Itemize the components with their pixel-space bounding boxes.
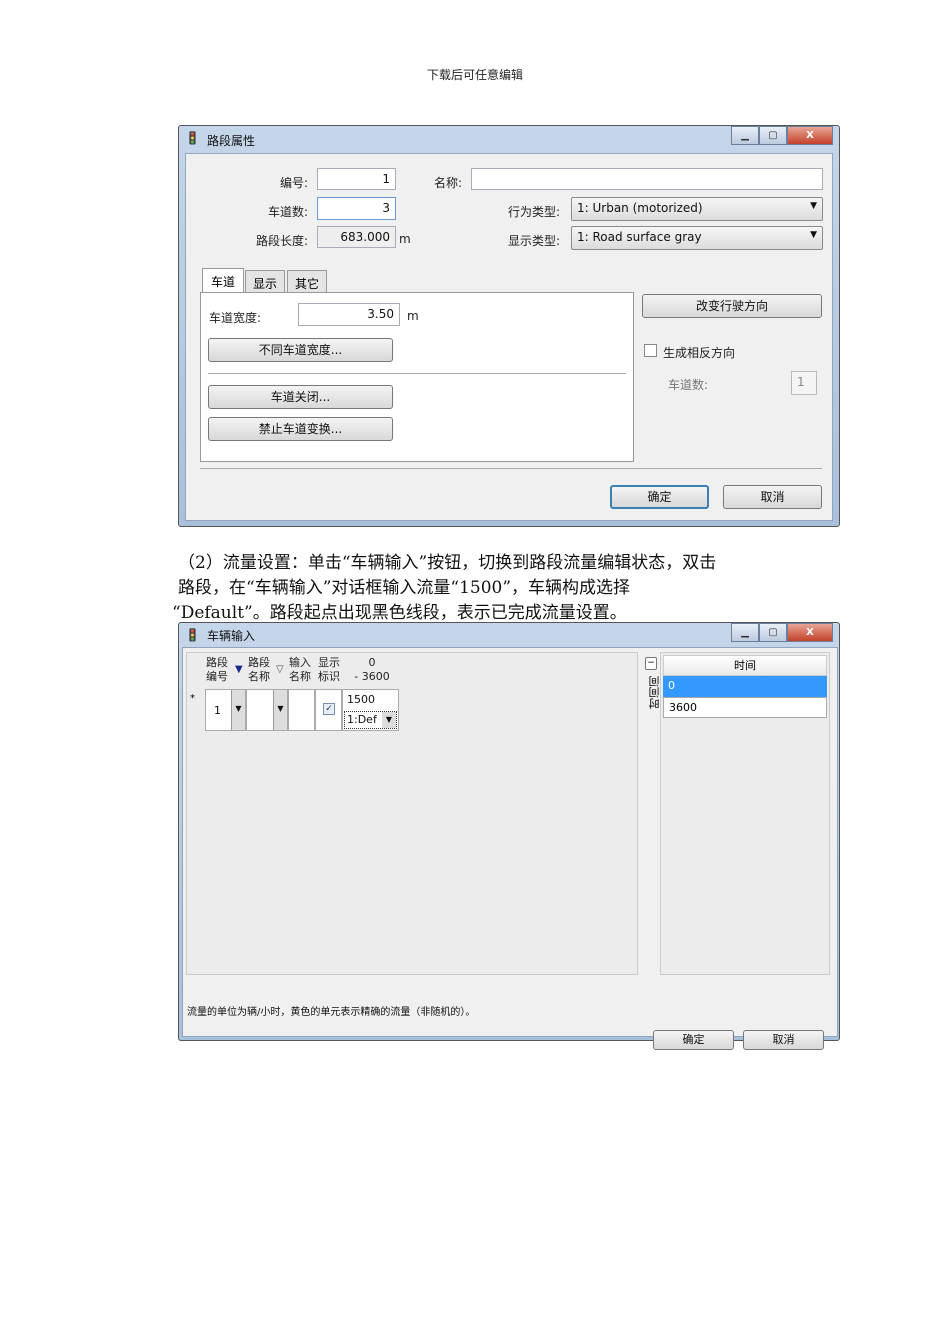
- divider: [208, 373, 626, 374]
- paragraph-line: “Default”。路段起点出现黑色线段，表示已完成流量设置。: [172, 603, 627, 623]
- minimize-button[interactable]: ▁: [731, 623, 759, 642]
- lanes-input[interactable]: 3: [317, 197, 396, 220]
- filter-icon[interactable]: ▽: [276, 664, 284, 675]
- display-type-label: 显示类型:: [508, 234, 561, 248]
- length-label: 路段长度:: [256, 234, 309, 248]
- close-button[interactable]: X: [787, 623, 833, 642]
- time-row-selected[interactable]: 0: [663, 676, 827, 697]
- close-button[interactable]: X: [787, 126, 833, 145]
- lane-width-input[interactable]: 3.50: [298, 303, 400, 326]
- opposite-lanes-label: 车道数:: [668, 378, 709, 392]
- volume-cell[interactable]: 1500 1:Def ▼: [342, 689, 399, 731]
- column-header-show-label[interactable]: 显示 标识: [318, 656, 340, 684]
- show-label-checkbox[interactable]: ✓: [323, 703, 335, 715]
- show-label-cell: ✓: [315, 689, 342, 731]
- chevron-down-icon[interactable]: ▼: [382, 712, 396, 728]
- composition-select[interactable]: 1:Def ▼: [344, 711, 397, 729]
- change-direction-button[interactable]: 改变行驶方向: [642, 294, 822, 318]
- header-text: 路段 编号: [206, 656, 228, 683]
- length-unit: m: [399, 232, 411, 246]
- tab-display[interactable]: 显示: [245, 270, 285, 292]
- time-interval-panel: 时间 0 3600: [660, 652, 830, 975]
- lane-width-label: 车道宽度:: [209, 311, 262, 325]
- link-name-cell[interactable]: ▼: [246, 689, 288, 731]
- dialog-body: 编号: 1 名称: 车道数: 3 路段长度: 683.000 m 行为类型: 1…: [185, 153, 833, 521]
- status-text: 流量的单位为辆/小时，黄色的单元表示精确的流量（非随机的）。: [187, 1007, 476, 1018]
- paragraph-line: （2）流量设置：单击“车辆输入”按钮，切换到路段流量编辑状态，双击: [178, 553, 717, 573]
- column-header-link-name[interactable]: 路段 名称: [248, 656, 270, 684]
- opposite-lanes-input[interactable]: 1: [791, 371, 817, 395]
- link-no-cell[interactable]: 1 ▼: [205, 689, 246, 731]
- composition-value: 1:Def: [347, 713, 377, 726]
- dialog-body: 路段 编号 ▼ 路段 名称 ▽ 输入 名称 显示 标识 0 - 3600 * 1…: [182, 647, 838, 1050]
- display-type-select[interactable]: 1: Road surface gray ▼: [571, 226, 823, 250]
- input-name-cell[interactable]: [288, 689, 315, 731]
- behavior-type-select[interactable]: 1: Urban (motorized) ▼: [571, 197, 823, 221]
- opposite-direction-checkbox[interactable]: [644, 344, 657, 357]
- maximize-button[interactable]: ▢: [759, 623, 787, 642]
- lanes-tab-panel: 车道宽度: 3.50 m 不同车道宽度... 车道关闭... 禁止车道变换...: [200, 292, 634, 462]
- length-value: 683.000: [317, 226, 396, 248]
- page-header: 下载后可任意编辑: [426, 68, 523, 82]
- opposite-direction-label: 生成相反方向: [663, 346, 736, 360]
- filter-icon[interactable]: ▼: [235, 664, 243, 675]
- time-column-header[interactable]: 时间: [663, 655, 827, 676]
- volume-value: 1500: [347, 693, 375, 706]
- lanes-label: 车道数:: [268, 205, 309, 219]
- column-header-input-name[interactable]: 输入 名称: [289, 656, 311, 684]
- behavior-type-value: 1: Urban (motorized): [577, 201, 703, 215]
- collapse-button[interactable]: −: [645, 657, 657, 670]
- tab-other[interactable]: 其它: [287, 270, 327, 292]
- number-label: 编号:: [280, 176, 309, 190]
- vehicle-input-grid: 路段 编号 ▼ 路段 名称 ▽ 输入 名称 显示 标识 0 - 3600 * 1…: [186, 652, 638, 975]
- chevron-down-icon[interactable]: ▼: [231, 690, 245, 730]
- divider: [200, 468, 822, 469]
- cancel-button[interactable]: 取消: [743, 1030, 824, 1050]
- lane-width-unit: m: [407, 309, 419, 323]
- display-type-value: 1: Road surface gray: [577, 230, 702, 244]
- no-lane-change-button[interactable]: 禁止车道变换...: [208, 417, 393, 441]
- column-header-time-interval[interactable]: 0 - 3600: [347, 656, 397, 684]
- cancel-button[interactable]: 取消: [723, 485, 822, 509]
- chevron-down-icon: ▼: [810, 230, 817, 240]
- ok-button[interactable]: 确定: [653, 1030, 734, 1050]
- time-row[interactable]: 3600: [663, 697, 827, 718]
- link-properties-dialog: 🚦 路段属性 ▁ ▢ X 编号: 1 名称: 车道数: 3 路段长度: 683.…: [178, 125, 840, 527]
- lane-closure-button[interactable]: 车道关闭...: [208, 385, 393, 409]
- different-lane-widths-button[interactable]: 不同车道宽度...: [208, 338, 393, 362]
- paragraph-line: 路段，在“车辆输入”对话框输入流量“1500”，车辆构成选择: [178, 578, 631, 598]
- name-input[interactable]: [471, 168, 823, 190]
- link-no-value: 1: [214, 704, 221, 717]
- chevron-down-icon[interactable]: ▼: [273, 690, 287, 730]
- chevron-down-icon: ▼: [810, 201, 817, 211]
- column-header-link-no[interactable]: 路段 编号: [206, 656, 236, 684]
- ok-button[interactable]: 确定: [610, 485, 709, 509]
- header-text: 路段 名称: [248, 656, 270, 683]
- tab-lanes[interactable]: 车道: [202, 268, 244, 292]
- name-label: 名称:: [434, 176, 463, 190]
- vehicle-input-dialog: 🚦 车辆输入 ▁ ▢ X 路段 编号 ▼ 路段 名称 ▽ 输入 名称 显示 标识…: [178, 622, 840, 1050]
- new-row-marker: *: [190, 693, 195, 704]
- minimize-button[interactable]: ▁: [731, 126, 759, 145]
- number-input[interactable]: 1: [317, 168, 396, 190]
- maximize-button[interactable]: ▢: [759, 126, 787, 145]
- behavior-type-label: 行为类型:: [508, 205, 561, 219]
